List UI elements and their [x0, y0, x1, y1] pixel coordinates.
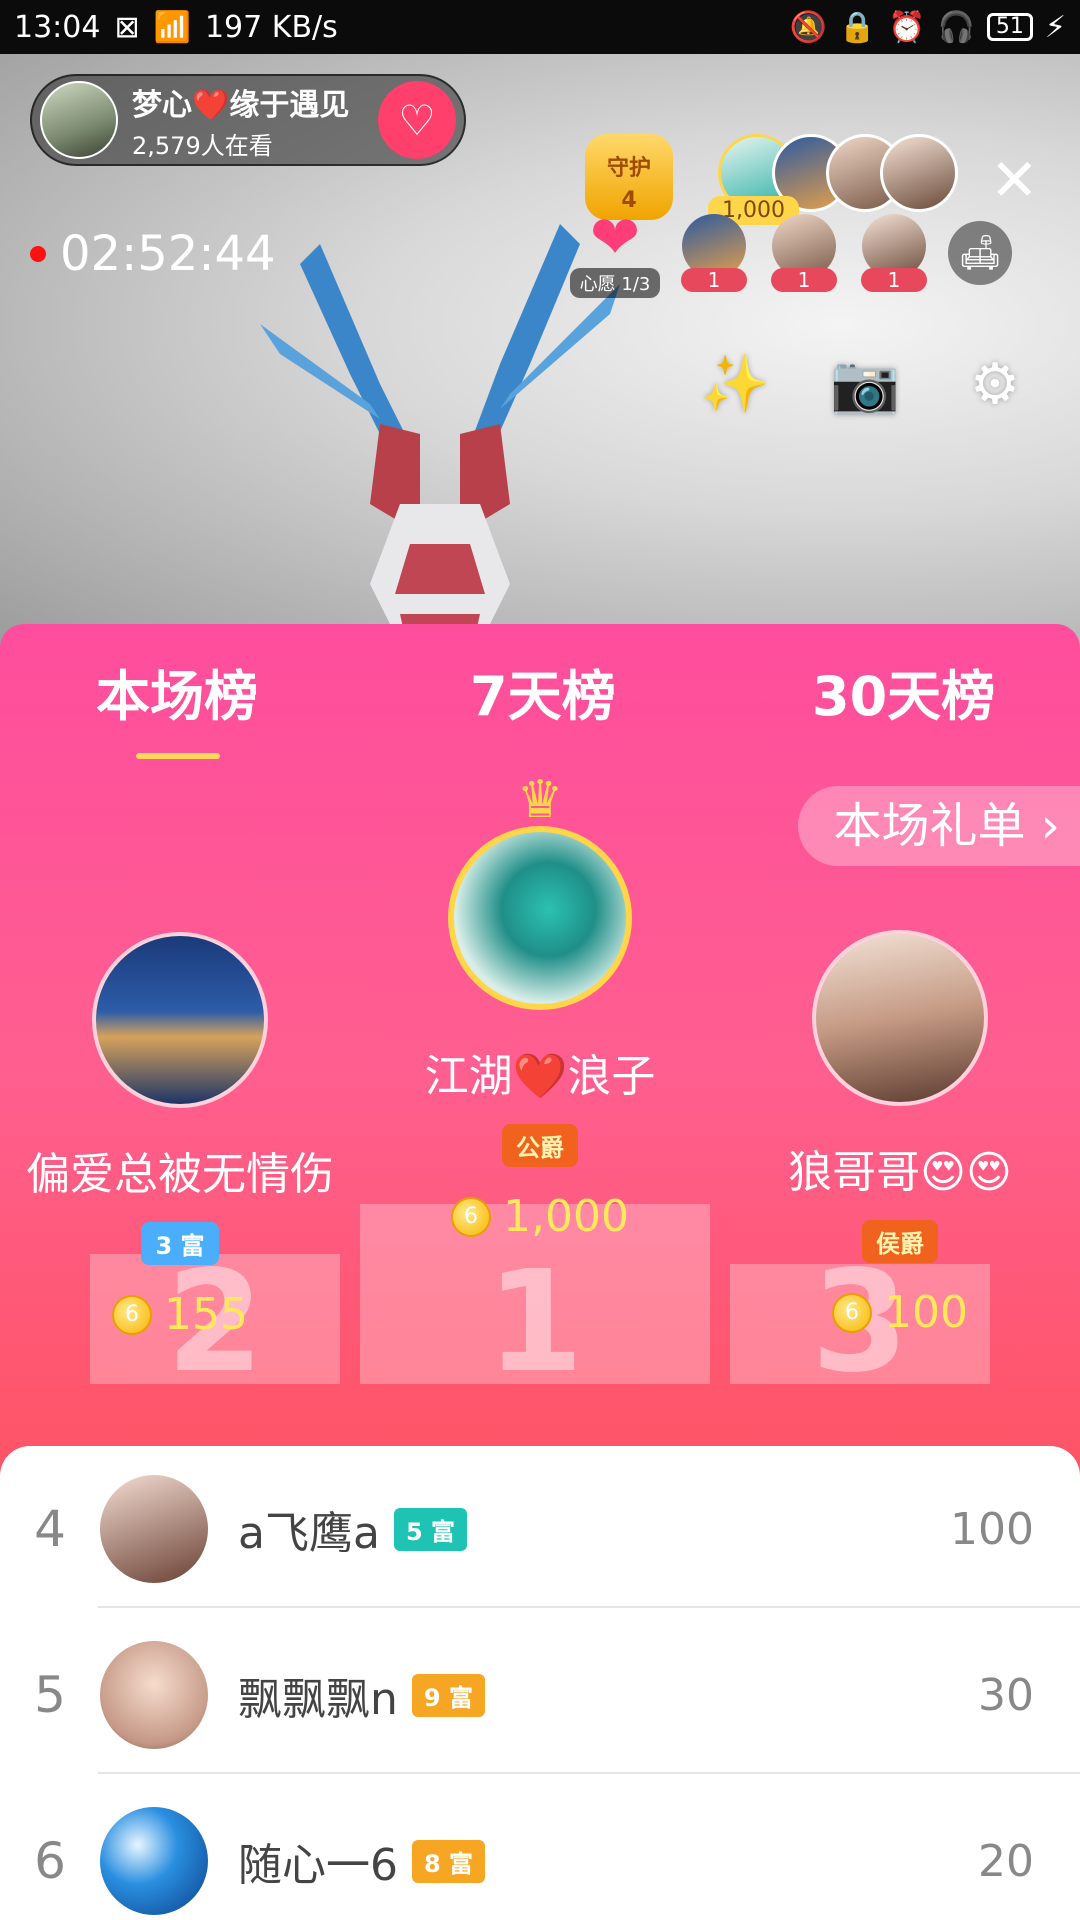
list-rank: 5	[34, 1666, 66, 1724]
sofa-icon[interactable]: 🛋	[948, 221, 1012, 285]
list-avatar[interactable]	[100, 1641, 208, 1749]
beauty-wand-icon[interactable]: ✨	[700, 350, 770, 420]
list-name: a飞鹰a	[238, 1508, 380, 1559]
clock: 13:04	[14, 9, 101, 45]
deer-head-decoration	[260, 224, 620, 654]
wish-and-seats: ❤ 心愿 1/3 1 1 1 🛋	[570, 208, 1012, 298]
list-item[interactable]: 6 随心一6 8 富 20	[0, 1778, 1080, 1920]
second-avatar[interactable]	[92, 932, 268, 1108]
list-avatar[interactable]	[100, 1475, 208, 1583]
list-avatar[interactable]	[100, 1807, 208, 1915]
tab-this-session[interactable]: 本场榜	[96, 652, 258, 759]
third-avatar[interactable]	[812, 930, 988, 1106]
ranking-list[interactable]: 4 a飞鹰a 5 富 100 5 飘飘飘n 9 富 30 6 随心一6 8 富 …	[0, 1446, 1080, 1920]
seat-item[interactable]: 1	[858, 214, 930, 292]
coin-icon: 6	[112, 1294, 152, 1335]
wifi-icon: 📶	[153, 9, 191, 45]
podium-number-1: 1	[486, 1241, 584, 1404]
second-score-value: 155	[164, 1289, 248, 1340]
switch-camera-icon[interactable]: 📷	[830, 350, 900, 420]
host-tools: ✨ 📷 ⚙	[700, 350, 1030, 420]
third-score: 6 100	[720, 1287, 1080, 1338]
headset-icon: 🎧	[937, 9, 975, 45]
divider	[98, 1772, 1080, 1774]
top-viewers[interactable]: 1,000	[708, 134, 958, 225]
settings-gear-icon[interactable]: ⚙	[960, 350, 1030, 420]
ranking-tabs: 本场榜 7天榜 30天榜	[0, 624, 1080, 759]
gift-list-button[interactable]: 本场礼单 ›	[797, 786, 1080, 866]
mute-icon: 🔕	[789, 9, 827, 45]
host-info-pill[interactable]: 梦心❤️缘于遇见 2,579人在看 ♡	[30, 74, 466, 166]
first-name: 江湖❤️浪子	[424, 1051, 656, 1102]
list-value: 20	[978, 1835, 1034, 1887]
first-score: 6 1,000	[340, 1191, 740, 1242]
wish-progress: 心愿 1/3	[570, 268, 660, 298]
list-item[interactable]: 4 a飞鹰a 5 富 100	[0, 1446, 1080, 1612]
status-bar: 13:04 ⊠ 📶 197 KB/s 🔕 🔒 ⏰ 🎧 51 ⚡	[0, 0, 1080, 54]
heart-icon: ❤	[589, 203, 641, 273]
coin-icon: 6	[451, 1196, 492, 1237]
network-speed: 197 KB/s	[204, 9, 338, 45]
viewer-avatar[interactable]	[880, 134, 958, 212]
list-rank: 4	[34, 1500, 66, 1558]
live-video[interactable]: 梦心❤️缘于遇见 2,579人在看 ♡ 守护 4 1,000 ✕ 02:52:4…	[0, 54, 1080, 654]
first-title-badge: 公爵	[502, 1124, 578, 1167]
third-score-value: 100	[884, 1287, 968, 1338]
live-timer: 02:52:44	[30, 226, 276, 282]
timer-text: 02:52:44	[60, 226, 276, 282]
list-value: 30	[978, 1669, 1034, 1721]
divider	[98, 1606, 1080, 1608]
seat-count: 1	[771, 268, 837, 292]
lock-rotation-icon: 🔒	[838, 9, 877, 45]
coin-icon: 6	[832, 1292, 872, 1333]
second-name: 偏爱总被无情伤	[26, 1149, 334, 1200]
list-name: 飘飘飘n	[238, 1674, 398, 1725]
list-name: 随心一6	[238, 1840, 398, 1891]
crown-icon: ♛	[516, 770, 564, 830]
rank-first[interactable]: ♛ 江湖❤️浪子 公爵 6 1,000	[340, 774, 740, 1242]
seat-count: 1	[681, 268, 747, 292]
charging-icon: ⚡	[1044, 9, 1066, 45]
first-avatar[interactable]	[448, 826, 632, 1010]
second-level-badge: 3 富	[141, 1222, 219, 1265]
first-score-value: 1,000	[503, 1191, 629, 1242]
tab-7-days[interactable]: 7天榜	[470, 652, 616, 731]
list-level-badge: 8 富	[412, 1839, 486, 1883]
follow-heart-button[interactable]: ♡	[378, 81, 456, 159]
wish-button[interactable]: ❤ 心愿 1/3	[570, 208, 660, 298]
guard-label: 守护	[606, 156, 651, 181]
close-icon[interactable]: ✕	[990, 146, 1039, 214]
third-name: 狼哥哥😍😍	[788, 1147, 1012, 1198]
host-name: 梦心❤️缘于遇见	[132, 87, 350, 123]
rank-third[interactable]: 狼哥哥😍😍 侯爵 6 100	[720, 930, 1080, 1338]
second-score: 6 155	[0, 1289, 360, 1340]
recording-dot-icon	[30, 246, 46, 262]
list-level-badge: 9 富	[411, 1673, 485, 1717]
seat-count: 1	[861, 268, 927, 292]
host-avatar[interactable]	[40, 81, 118, 159]
list-item[interactable]: 5 飘飘飘n 9 富 30	[0, 1612, 1080, 1778]
battery-indicator: 51	[986, 13, 1033, 41]
seat-item[interactable]: 1	[768, 214, 840, 292]
seat-item[interactable]: 1	[678, 214, 750, 292]
third-title-badge: 侯爵	[862, 1220, 938, 1263]
notification-icon: ⊠	[114, 9, 140, 45]
alarm-icon: ⏰	[888, 9, 926, 45]
tab-30-days[interactable]: 30天榜	[812, 652, 995, 731]
list-level-badge: 5 富	[393, 1507, 467, 1551]
list-value: 100	[950, 1503, 1034, 1555]
rank-second[interactable]: 偏爱总被无情伤 3 富 6 155	[0, 932, 360, 1340]
list-rank: 6	[34, 1832, 66, 1890]
viewer-count: 2,579人在看	[132, 131, 273, 160]
